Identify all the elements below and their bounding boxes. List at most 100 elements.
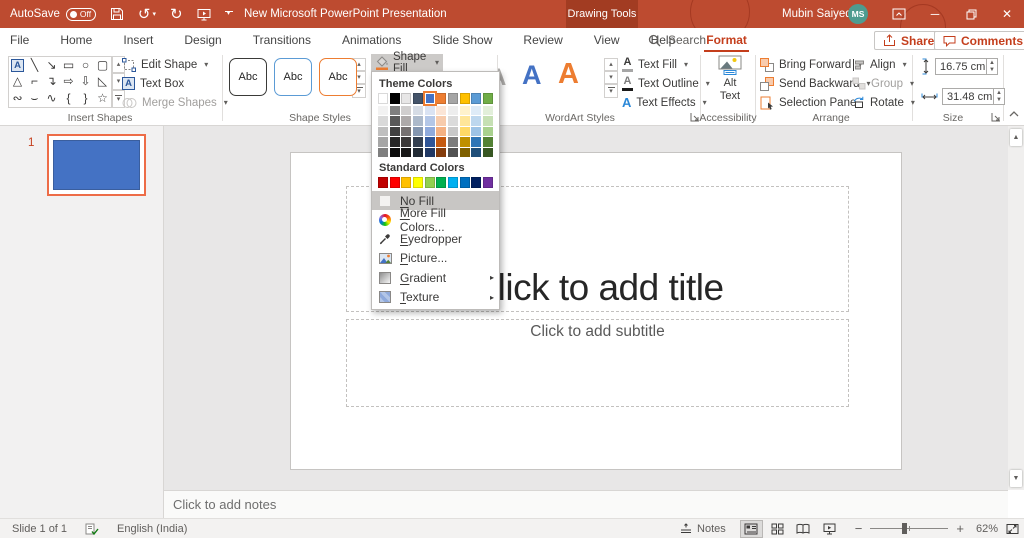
dialog-launcher-icon[interactable] <box>991 112 1001 122</box>
shape-triangle-icon[interactable]: △ <box>9 73 26 89</box>
color-swatch[interactable] <box>460 127 470 136</box>
color-swatch[interactable] <box>378 127 388 136</box>
color-swatch[interactable] <box>378 177 388 188</box>
color-swatch[interactable] <box>483 127 493 136</box>
reading-view-button[interactable] <box>792 520 815 538</box>
user-name[interactable]: Mubin Saiyed <box>782 0 852 28</box>
shape-oval-icon[interactable]: ○ <box>77 57 94 73</box>
height-field[interactable]: 16.75 cm▲▼ <box>935 58 998 75</box>
text-outline-button[interactable]: AText Outline▾ <box>622 74 710 93</box>
restore-button[interactable] <box>956 0 986 28</box>
language-indicator[interactable]: English (India) <box>117 523 187 535</box>
color-swatch[interactable] <box>448 148 458 157</box>
menu-item-texture[interactable]: Texture▸ <box>372 287 499 306</box>
wordart-style-3[interactable]: A <box>558 58 579 91</box>
color-swatch[interactable] <box>390 106 400 115</box>
color-swatch[interactable] <box>436 106 446 115</box>
color-swatch[interactable] <box>483 116 493 125</box>
menu-item-picture[interactable]: Picture... <box>372 249 499 268</box>
color-swatch[interactable] <box>401 106 411 115</box>
color-swatch[interactable] <box>390 137 400 146</box>
normal-view-button[interactable] <box>740 520 763 538</box>
color-swatch[interactable] <box>436 137 446 146</box>
shape-style-thumbnail-1[interactable]: Abc <box>229 58 267 96</box>
color-swatch[interactable] <box>401 116 411 125</box>
menu-item-more-fill-colors[interactable]: More Fill Colors... <box>372 210 499 229</box>
slide-thumbnail[interactable] <box>47 134 146 196</box>
color-swatch[interactable] <box>401 93 411 104</box>
color-swatch[interactable] <box>413 106 423 115</box>
alt-text-button[interactable]: Alt Text <box>707 55 753 107</box>
color-swatch[interactable] <box>413 148 423 157</box>
color-swatch[interactable] <box>448 127 458 136</box>
color-swatch[interactable] <box>413 127 423 136</box>
color-swatch[interactable] <box>425 116 435 125</box>
spellcheck-icon[interactable] <box>85 523 99 535</box>
color-swatch[interactable] <box>413 93 423 104</box>
height-value[interactable]: 16.75 cm <box>935 58 987 75</box>
width-field[interactable]: 31.48 cm▲▼ <box>942 88 1005 105</box>
notes-pane[interactable]: Click to add notes <box>164 490 1008 518</box>
color-swatch[interactable] <box>413 137 423 146</box>
shape-elbow-connector-icon[interactable]: ⌐ <box>26 73 43 89</box>
save-icon[interactable] <box>110 7 124 21</box>
shape-scribble-icon[interactable]: ∾ <box>9 90 26 107</box>
text-effects-button[interactable]: AText Effects▾ <box>622 93 710 112</box>
gallery-more-icon[interactable]: ▾ <box>604 84 618 98</box>
color-swatch[interactable] <box>413 116 423 125</box>
tab-review[interactable]: Review <box>521 29 564 51</box>
color-swatch[interactable] <box>425 93 435 104</box>
color-swatch[interactable] <box>401 137 411 146</box>
color-swatch[interactable] <box>448 177 458 188</box>
shape-rectangle-icon[interactable]: ▭ <box>60 57 77 73</box>
color-swatch[interactable] <box>471 127 481 136</box>
color-swatch[interactable] <box>483 106 493 115</box>
color-swatch[interactable] <box>378 93 388 104</box>
color-swatch[interactable] <box>471 177 481 188</box>
fit-to-window-icon[interactable] <box>1006 523 1019 535</box>
color-swatch[interactable] <box>378 148 388 157</box>
scroll-down-icon[interactable]: ▾ <box>604 71 618 84</box>
shape-rounded-rectangle-icon[interactable]: ▢ <box>94 57 111 73</box>
tab-home[interactable]: Home <box>58 29 94 51</box>
scroll-down-icon[interactable]: ▼ <box>1010 470 1022 487</box>
undo-button[interactable]: ↺▾ <box>138 5 156 23</box>
shape-text-box-icon[interactable]: A <box>9 57 26 73</box>
menu-item-eyedropper[interactable]: Eyedropper <box>372 230 499 249</box>
color-swatch[interactable] <box>390 127 400 136</box>
color-swatch[interactable] <box>448 93 458 104</box>
shape-arrow-icon[interactable]: ↘ <box>43 57 60 73</box>
color-swatch[interactable] <box>448 106 458 115</box>
slide-show-view-button[interactable] <box>818 520 841 538</box>
color-swatch[interactable] <box>460 137 470 146</box>
menu-item-gradient[interactable]: Gradient▸ <box>372 268 499 287</box>
zoom-slider-handle[interactable] <box>902 523 907 534</box>
tab-format[interactable]: Format <box>704 29 749 51</box>
color-swatch[interactable] <box>460 116 470 125</box>
notes-toggle-button[interactable]: Notes <box>680 523 726 535</box>
color-swatch[interactable] <box>425 127 435 136</box>
color-swatch[interactable] <box>425 177 435 188</box>
shape-style-thumbnail-3[interactable]: Abc <box>319 58 357 96</box>
text-box-button[interactable]: AText Box <box>122 74 228 93</box>
color-swatch[interactable] <box>401 148 411 157</box>
color-swatch[interactable] <box>471 148 481 157</box>
text-fill-button[interactable]: AText Fill▾ <box>622 55 710 74</box>
color-swatch[interactable] <box>378 106 388 115</box>
tab-view[interactable]: View <box>592 29 622 51</box>
tab-insert[interactable]: Insert <box>121 29 155 51</box>
color-swatch[interactable] <box>425 106 435 115</box>
tab-design[interactable]: Design <box>182 29 223 51</box>
comments-button[interactable]: Comments <box>934 31 1024 50</box>
color-swatch[interactable] <box>413 177 423 188</box>
color-swatch[interactable] <box>390 148 400 157</box>
color-swatch[interactable] <box>436 116 446 125</box>
subtitle-placeholder[interactable]: Click to add subtitle <box>346 319 849 407</box>
height-stepper[interactable]: ▲▼ <box>987 58 998 75</box>
share-button[interactable]: Share <box>874 31 943 50</box>
wordart-style-2[interactable]: A <box>522 60 542 91</box>
zoom-in-button[interactable]: + <box>956 521 964 536</box>
color-swatch[interactable] <box>390 177 400 188</box>
slide-sorter-view-button[interactable] <box>766 520 789 538</box>
autosave-toggle[interactable]: AutoSave Off <box>10 8 96 21</box>
